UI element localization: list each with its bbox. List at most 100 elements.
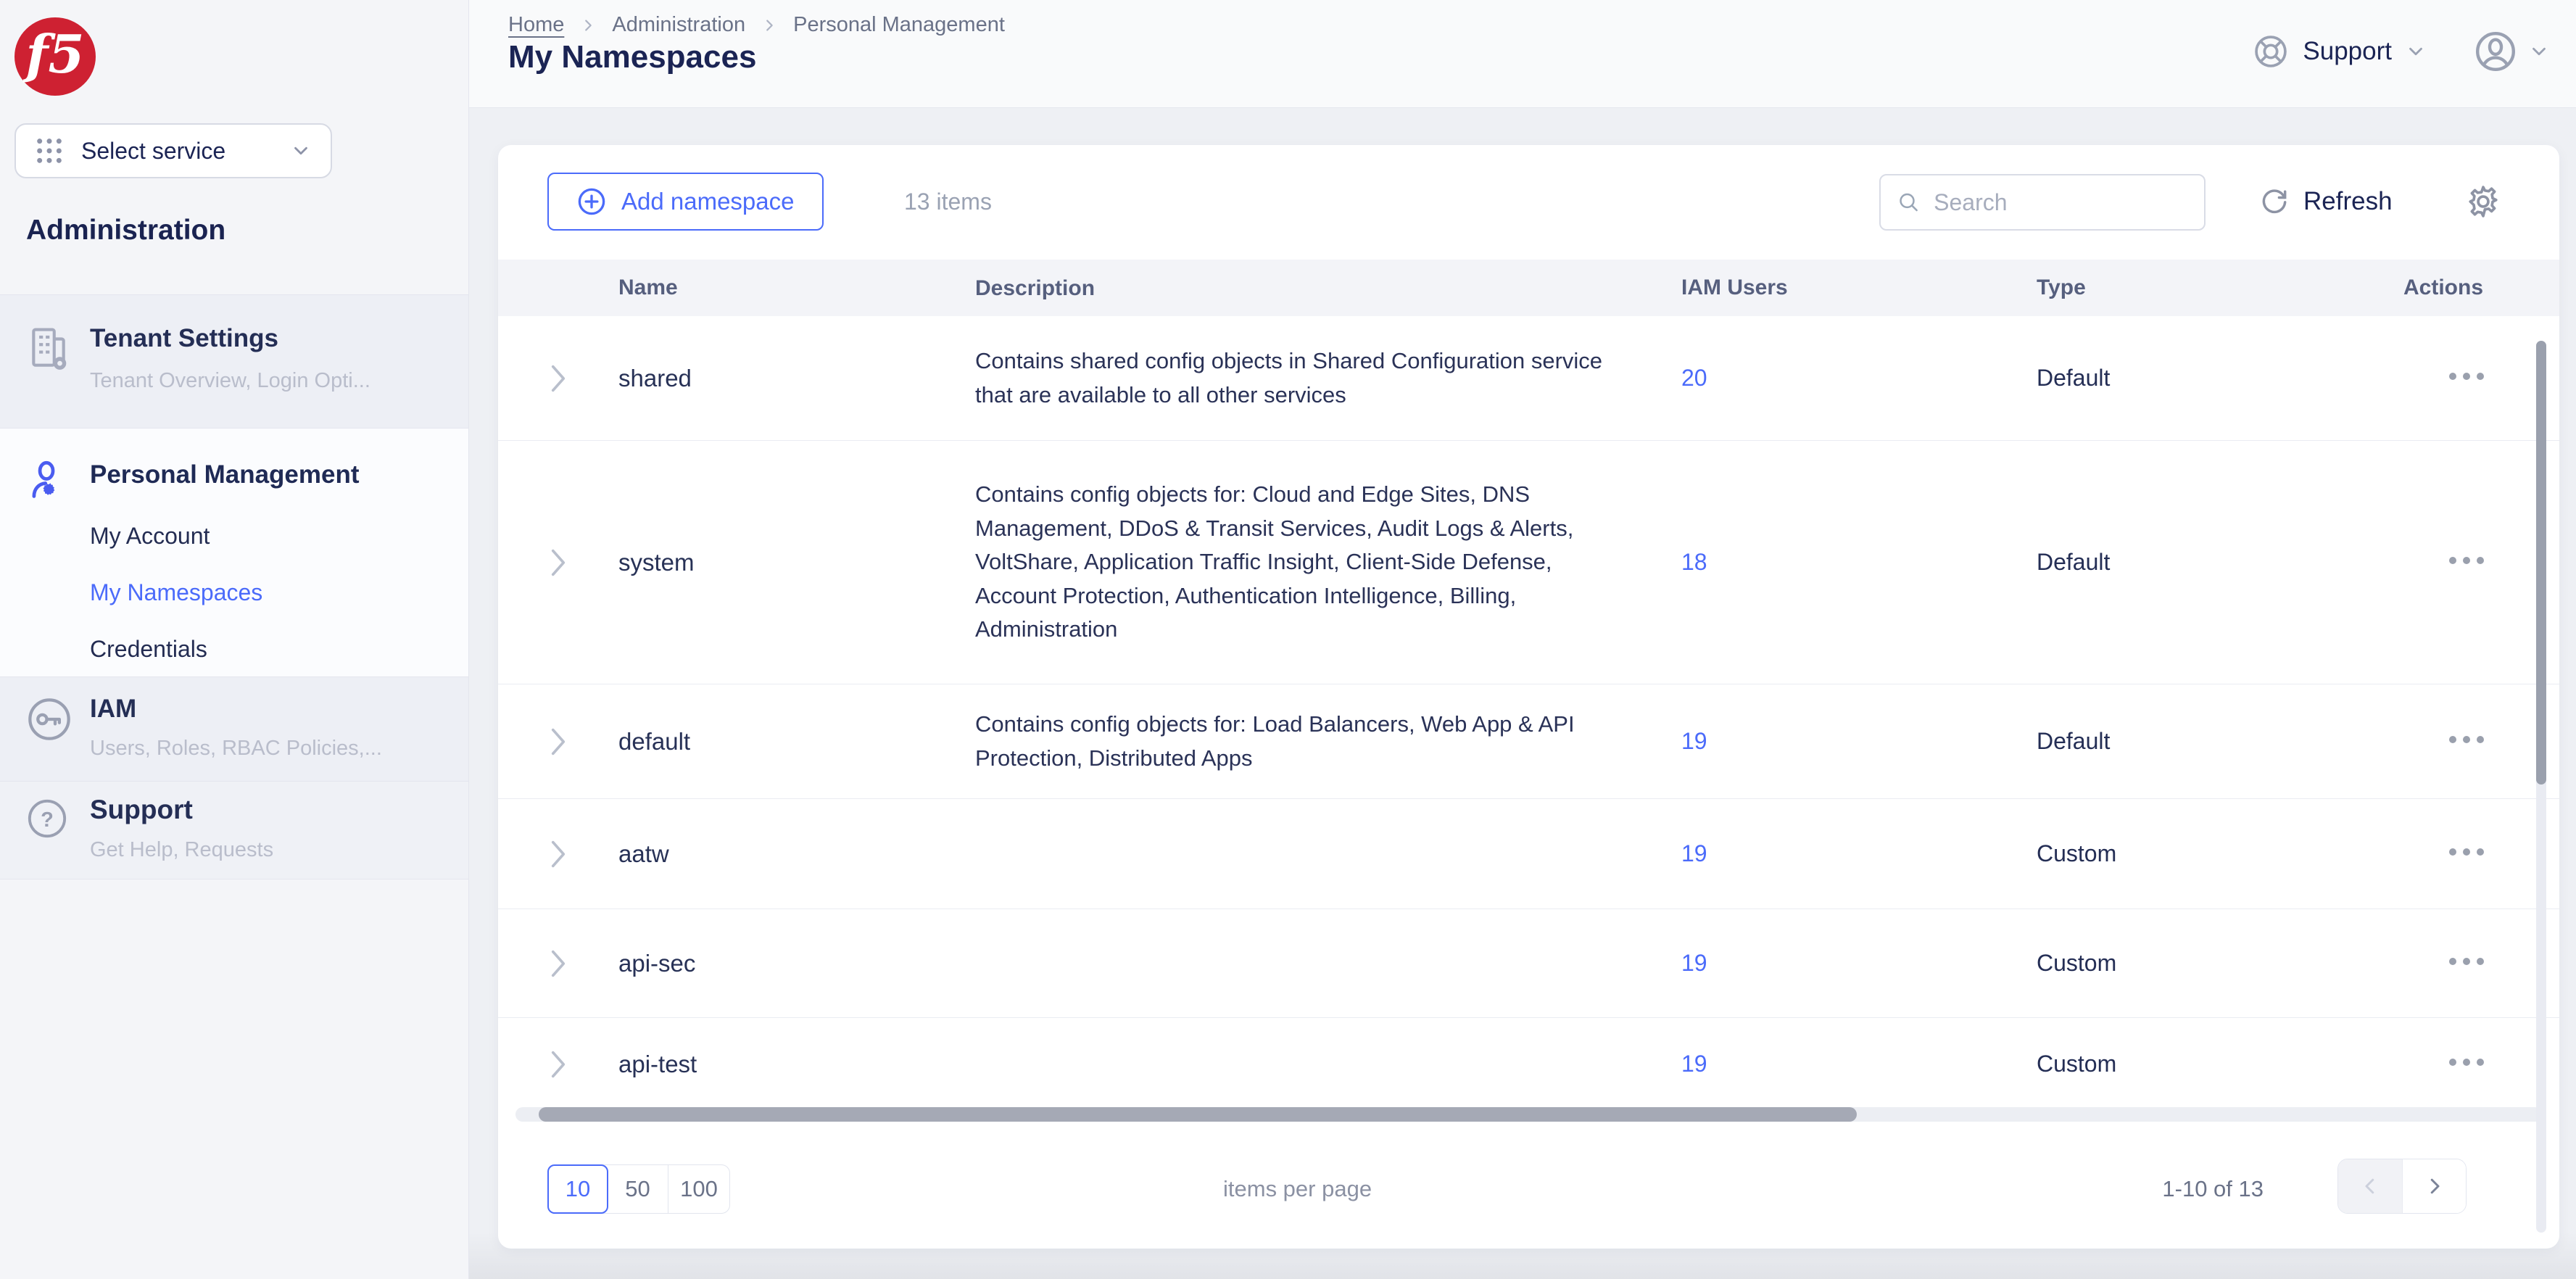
- table-row: system Contains config objects for: Clou…: [498, 441, 2559, 684]
- table-row: api-sec 19 Custom: [498, 909, 2559, 1018]
- search-icon: [1897, 189, 1921, 216]
- namespace-type: Default: [2037, 365, 2403, 392]
- vertical-scrollbar-thumb[interactable]: [2536, 341, 2546, 785]
- table-toolbar: Add namespace 13 items: [498, 145, 2559, 260]
- pagination-footer: 10 50 100 items per page 1-10 of 13: [498, 1146, 2559, 1249]
- column-header-description[interactable]: Description: [975, 272, 1681, 305]
- page-range-label: 1-10 of 13: [2162, 1176, 2264, 1202]
- table-row: aatw 19 Custom: [498, 799, 2559, 909]
- support-menu-label: Support: [2303, 37, 2392, 66]
- building-gear-icon: [26, 326, 71, 375]
- iam-users-link[interactable]: 19: [1681, 728, 1707, 754]
- iam-users-link[interactable]: 20: [1681, 365, 1707, 391]
- person-gear-icon: [26, 459, 73, 507]
- column-header-actions: Actions: [2403, 276, 2559, 300]
- row-expander-icon[interactable]: [549, 840, 568, 869]
- tenant-settings-label[interactable]: Tenant Settings: [90, 324, 278, 353]
- support-menu[interactable]: Support: [2252, 33, 2427, 70]
- refresh-button[interactable]: Refresh: [2258, 186, 2393, 218]
- row-actions-button[interactable]: [2447, 371, 2486, 382]
- main-area: Home Administration Personal Management …: [469, 0, 2576, 1279]
- row-expander-icon[interactable]: [549, 1050, 568, 1079]
- previous-page-button[interactable]: [2338, 1159, 2402, 1213]
- app-window: f5 Select service Administration: [0, 0, 2576, 1279]
- horizontal-scrollbar-thumb[interactable]: [539, 1107, 1857, 1122]
- breadcrumb: Home Administration Personal Management: [508, 13, 1005, 37]
- sidebar-item-tenant-settings[interactable]: Tenant Settings Tenant Overview, Login O…: [0, 294, 468, 429]
- pager: [2337, 1159, 2467, 1214]
- add-namespace-label: Add namespace: [621, 188, 795, 215]
- namespace-name: aatw: [618, 840, 975, 868]
- breadcrumb-administration[interactable]: Administration: [612, 13, 745, 37]
- namespace-name: api-test: [618, 1051, 975, 1078]
- plus-circle-icon: [576, 186, 607, 217]
- table-row: api-test 19 Custom: [498, 1018, 2559, 1110]
- search-box: [1879, 174, 2206, 231]
- search-input[interactable]: [1934, 189, 2188, 216]
- row-expander-icon[interactable]: [549, 949, 568, 978]
- table-body: shared Contains shared config objects in…: [498, 316, 2559, 1110]
- row-expander-icon[interactable]: [549, 727, 568, 756]
- table-header-row: Name Description IAM Users Type Actions: [498, 260, 2559, 316]
- row-expander-icon[interactable]: [549, 548, 568, 577]
- breadcrumb-home[interactable]: Home: [508, 13, 564, 37]
- iam-users-link[interactable]: 19: [1681, 1051, 1707, 1077]
- account-menu[interactable]: [2473, 29, 2550, 74]
- iam-label[interactable]: IAM: [90, 695, 136, 724]
- svg-text:?: ?: [41, 808, 54, 832]
- content-area: Add namespace 13 items: [469, 109, 2576, 1279]
- chevron-down-icon: [2528, 41, 2550, 62]
- namespace-type: Custom: [2037, 950, 2403, 977]
- table-row: default Contains config objects for: Loa…: [498, 684, 2559, 799]
- page-size-100[interactable]: 100: [668, 1165, 729, 1213]
- page-size-10[interactable]: 10: [547, 1164, 608, 1214]
- namespaces-card: Add namespace 13 items: [498, 145, 2559, 1249]
- sidebar-item-my-account[interactable]: My Account: [90, 523, 210, 550]
- sidebar: f5 Select service Administration: [0, 0, 469, 1279]
- row-actions-button[interactable]: [2447, 555, 2486, 566]
- iam-users-link[interactable]: 19: [1681, 840, 1707, 866]
- column-header-name[interactable]: Name: [618, 276, 975, 300]
- refresh-icon: [2258, 186, 2290, 218]
- add-namespace-button[interactable]: Add namespace: [547, 173, 824, 231]
- chevron-right-icon: [2424, 1175, 2445, 1197]
- f5-logo-text: f5: [25, 28, 84, 80]
- row-actions-button[interactable]: [2447, 734, 2486, 745]
- sidebar-item-support[interactable]: ? Support Get Help, Requests: [0, 782, 468, 879]
- column-header-iam-users[interactable]: IAM Users: [1681, 276, 2037, 300]
- namespace-type: Default: [2037, 549, 2403, 576]
- refresh-label: Refresh: [2303, 187, 2393, 216]
- page-size-50[interactable]: 50: [608, 1165, 668, 1213]
- iam-users-link[interactable]: 19: [1681, 950, 1707, 976]
- table-settings-button[interactable]: [2464, 183, 2502, 224]
- namespace-type: Default: [2037, 728, 2403, 755]
- column-header-type[interactable]: Type: [2037, 276, 2403, 300]
- breadcrumb-personal-management[interactable]: Personal Management: [793, 13, 1005, 37]
- row-actions-button[interactable]: [2447, 956, 2486, 967]
- namespace-name: default: [618, 728, 975, 756]
- support-label[interactable]: Support: [90, 795, 193, 825]
- namespace-type: Custom: [2037, 840, 2403, 867]
- iam-subtitle: Users, Roles, RBAC Policies,...: [90, 737, 382, 761]
- chevron-down-icon: [290, 140, 312, 162]
- next-page-button[interactable]: [2402, 1159, 2466, 1213]
- row-actions-button[interactable]: [2447, 1056, 2486, 1068]
- namespace-type: Custom: [2037, 1051, 2403, 1077]
- grid-icon: [35, 136, 64, 165]
- gear-icon: [2464, 183, 2502, 220]
- sidebar-item-iam[interactable]: IAM Users, Roles, RBAC Policies,...: [0, 677, 468, 782]
- horizontal-scrollbar-track[interactable]: [515, 1107, 2542, 1122]
- select-service-dropdown[interactable]: Select service: [15, 123, 332, 178]
- iam-users-link[interactable]: 18: [1681, 549, 1707, 575]
- items-count: 13 items: [904, 189, 992, 215]
- items-per-page-label: items per page: [1223, 1176, 1372, 1202]
- sidebar-section-title: Administration: [26, 215, 225, 247]
- row-expander-icon[interactable]: [549, 364, 568, 393]
- personal-management-label[interactable]: Personal Management: [90, 460, 360, 489]
- sidebar-item-my-namespaces[interactable]: My Namespaces: [90, 579, 262, 606]
- sidebar-item-credentials[interactable]: Credentials: [90, 636, 207, 663]
- namespace-description: Contains config objects for: Load Balanc…: [975, 708, 1681, 775]
- f5-logo: f5: [15, 17, 96, 96]
- namespace-name: shared: [618, 365, 975, 392]
- row-actions-button[interactable]: [2447, 846, 2486, 858]
